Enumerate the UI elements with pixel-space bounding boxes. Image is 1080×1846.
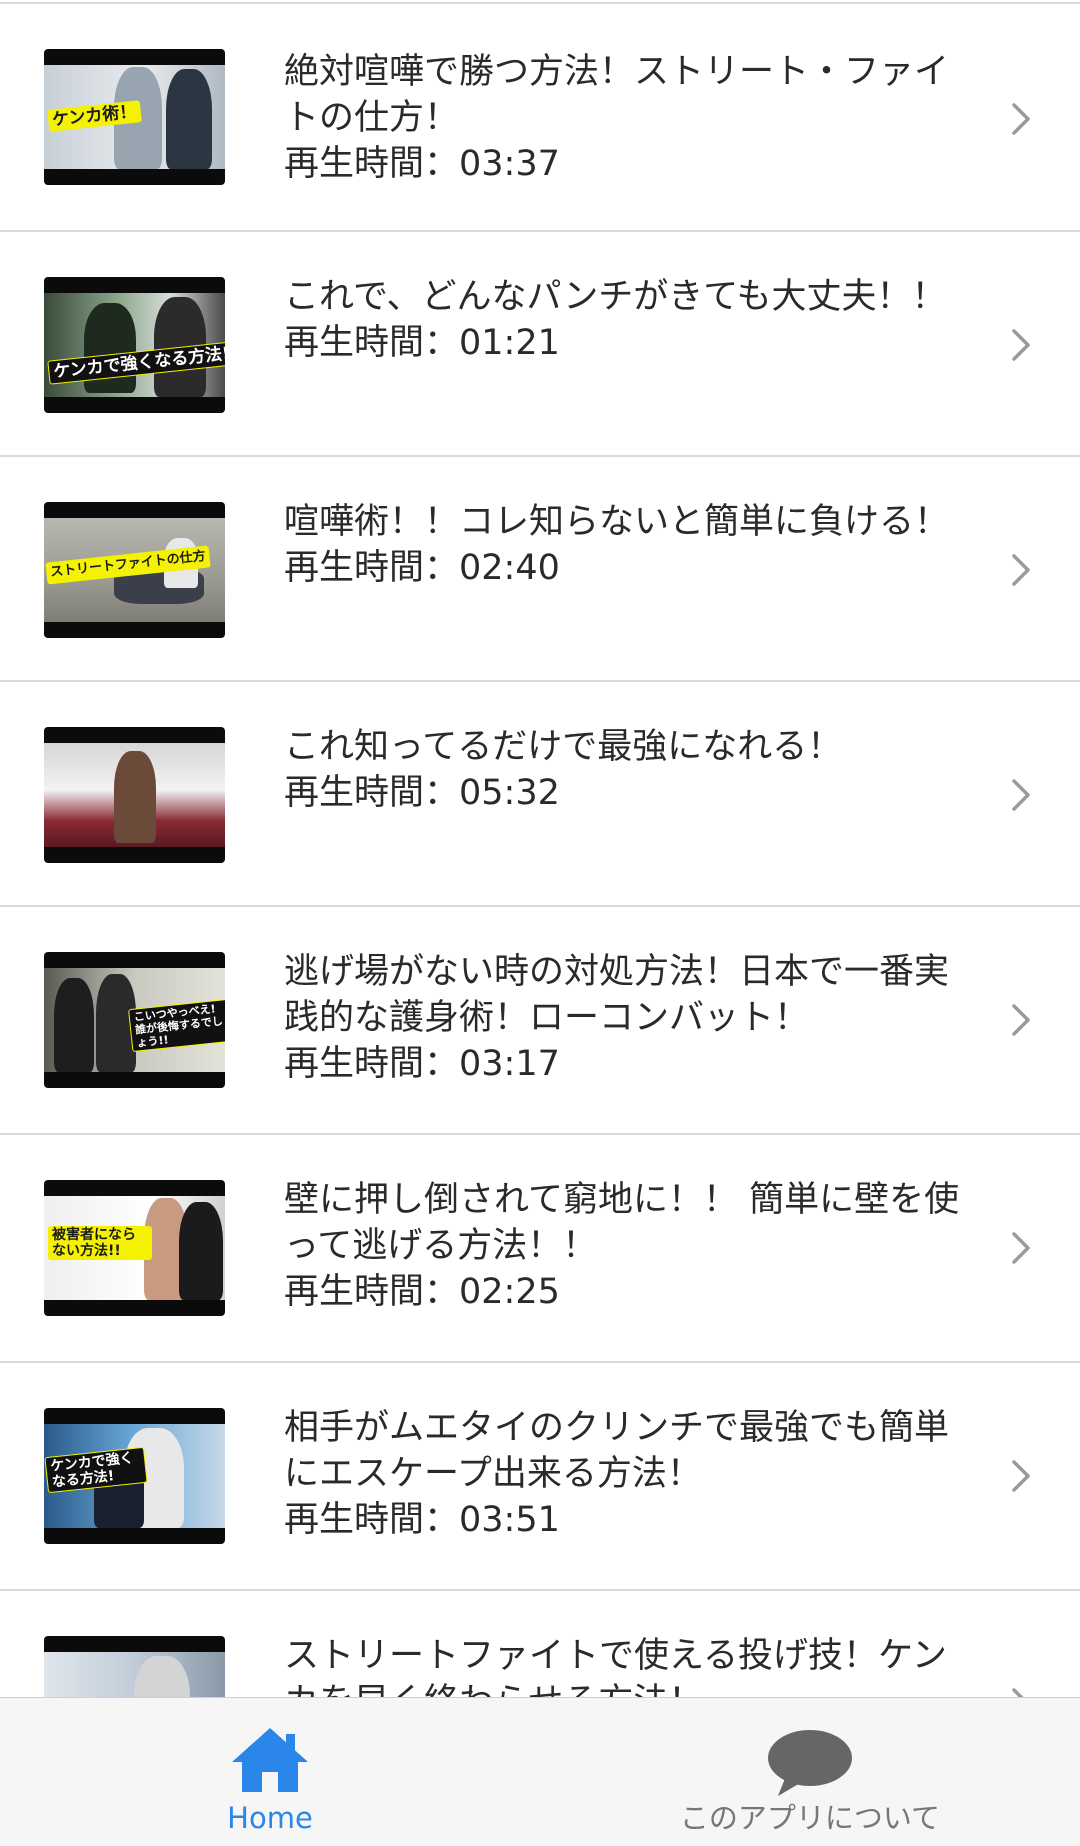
video-info: 逃げ場がない時の対処方法！日本で一番実践的な護身術！ローコンバット！ 再生時間：… xyxy=(284,949,964,1087)
chevron-right-icon[interactable] xyxy=(1000,550,1040,590)
video-thumbnail xyxy=(44,1636,225,1697)
video-info: 相手がムエタイのクリンチで最強でも簡単にエスケープ出来る方法！ 再生時間：03:… xyxy=(284,1405,964,1543)
video-thumbnail: こいつやっべえ! 誰が後悔するでしょう!! xyxy=(44,952,225,1088)
video-info: 絶対喧嘩で勝つ方法！ストリート・ファイトの仕方！ 再生時間：03:37 xyxy=(284,49,964,187)
video-info: ストリートファイトで使える投げ技！ケンカを早く終わらせる方法！ xyxy=(284,1633,964,1697)
video-info: これ知ってるだけで最強になれる！ 再生時間：05:32 xyxy=(284,724,964,816)
chevron-right-icon[interactable] xyxy=(1000,99,1040,139)
video-list: ケンカ術！ 絶対喧嘩で勝つ方法！ストリート・ファイトの仕方！ 再生時間：03:3… xyxy=(0,0,1080,1697)
video-title: 逃げ場がない時の対処方法！日本で一番実践的な護身術！ローコンバット！ xyxy=(284,952,950,1038)
thumbnail-caption: こいつやっべえ! 誰が後悔するでしょう!! xyxy=(128,998,225,1053)
video-info: 壁に押し倒されて窮地に！！ 簡単に壁を使って逃げる方法！！ 再生時間：02:25 xyxy=(284,1177,964,1315)
video-thumbnail: ケンカ術！ xyxy=(44,49,225,185)
video-duration: 再生時間：02:40 xyxy=(284,548,560,588)
chevron-right-icon[interactable] xyxy=(1000,325,1040,365)
video-title: 相手がムエタイのクリンチで最強でも簡単にエスケープ出来る方法！ xyxy=(284,1408,950,1494)
chevron-right-icon[interactable] xyxy=(1000,1456,1040,1496)
video-list-item[interactable]: ストリートファイトの仕方 喧嘩術！！コレ知らないと簡単に負ける！ 再生時間：02… xyxy=(0,457,1080,682)
video-duration: 再生時間：01:21 xyxy=(284,323,560,363)
video-title: ストリートファイトで使える投げ技！ケンカを早く終わらせる方法！ xyxy=(284,1636,947,1697)
thumbnail-caption: 被害者にならない方法!! xyxy=(48,1226,152,1260)
speech-bubble-icon xyxy=(768,1730,852,1796)
video-duration: 再生時間：03:37 xyxy=(284,144,560,184)
video-duration: 再生時間：03:17 xyxy=(284,1044,560,1084)
video-title: 絶対喧嘩で勝つ方法！ストリート・ファイトの仕方！ xyxy=(284,52,950,138)
video-title: 喧嘩術！！コレ知らないと簡単に負ける！ xyxy=(284,502,950,542)
video-thumbnail: 被害者にならない方法!! xyxy=(44,1180,225,1316)
video-duration: 再生時間：03:51 xyxy=(284,1500,560,1540)
video-list-item[interactable]: これ知ってるだけで最強になれる！ 再生時間：05:32 xyxy=(0,682,1080,907)
video-thumbnail: ケンカで強くなる方法! xyxy=(44,1408,225,1544)
home-icon xyxy=(232,1728,308,1792)
video-thumbnail: ストリートファイトの仕方 xyxy=(44,502,225,638)
video-info: 喧嘩術！！コレ知らないと簡単に負ける！ 再生時間：02:40 xyxy=(284,499,964,591)
video-list-item[interactable]: こいつやっべえ! 誰が後悔するでしょう!! 逃げ場がない時の対処方法！日本で一番… xyxy=(0,907,1080,1135)
tab-home[interactable]: Home xyxy=(170,1698,370,1846)
video-duration: 再生時間：02:25 xyxy=(284,1272,560,1312)
video-title: これ知ってるだけで最強になれる！ xyxy=(284,727,843,767)
video-thumbnail xyxy=(44,727,225,863)
chevron-right-icon[interactable] xyxy=(1000,1000,1040,1040)
video-title: 壁に押し倒されて窮地に！！ 簡単に壁を使って逃げる方法！！ xyxy=(284,1180,960,1266)
tab-about-label: このアプリについて xyxy=(679,1801,941,1835)
video-list-item[interactable]: ストリートファイトで使える投げ技！ケンカを早く終わらせる方法！ xyxy=(0,1591,1080,1697)
chevron-right-icon[interactable] xyxy=(1000,1684,1040,1697)
bottom-tab-bar: Home このアプリについて xyxy=(0,1697,1080,1846)
video-info: これで、どんなパンチがきても大丈夫！！ 再生時間：01:21 xyxy=(284,274,964,366)
video-duration: 再生時間：05:32 xyxy=(284,773,560,813)
tab-home-label: Home xyxy=(227,1801,313,1835)
tab-about[interactable]: このアプリについて xyxy=(660,1698,960,1846)
video-list-item[interactable]: ケンカで強くなる方法! 相手がムエタイのクリンチで最強でも簡単にエスケープ出来る… xyxy=(0,1363,1080,1591)
chevron-right-icon[interactable] xyxy=(1000,775,1040,815)
video-list-item[interactable]: ケンカで強くなる方法! これで、どんなパンチがきても大丈夫！！ 再生時間：01:… xyxy=(0,232,1080,457)
video-list-item[interactable]: ケンカ術！ 絶対喧嘩で勝つ方法！ストリート・ファイトの仕方！ 再生時間：03:3… xyxy=(0,4,1080,232)
video-thumbnail: ケンカで強くなる方法! xyxy=(44,277,225,413)
chevron-right-icon[interactable] xyxy=(1000,1228,1040,1268)
video-title: これで、どんなパンチがきても大丈夫！！ xyxy=(284,277,947,317)
video-list-item[interactable]: 被害者にならない方法!! 壁に押し倒されて窮地に！！ 簡単に壁を使って逃げる方法… xyxy=(0,1135,1080,1363)
